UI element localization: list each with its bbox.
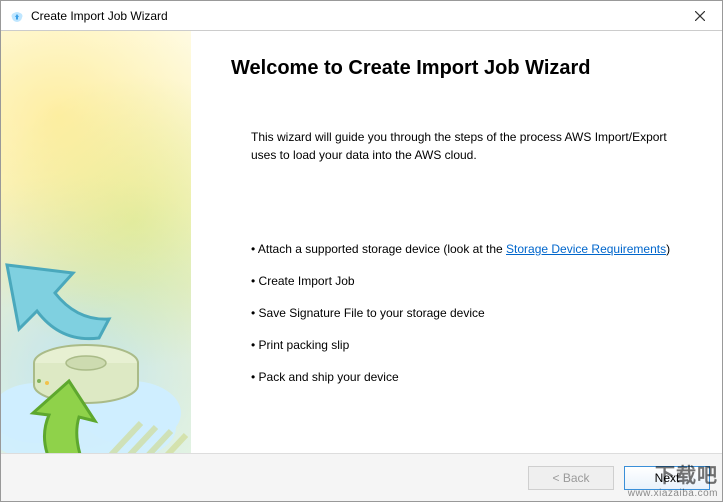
step-item: Attach a supported storage device (look …: [251, 242, 682, 256]
step-text: Create Import Job: [259, 274, 355, 288]
step-text: Print packing slip: [259, 338, 350, 352]
back-button: < Back: [528, 466, 614, 490]
next-button[interactable]: Next: [624, 466, 710, 490]
wizard-sidebar: [1, 31, 191, 453]
intro-text: This wizard will guide you through the s…: [251, 128, 671, 164]
step-text-suffix: ): [666, 242, 670, 256]
steps-list: Attach a supported storage device (look …: [251, 242, 682, 384]
titlebar: Create Import Job Wizard: [1, 1, 722, 31]
storage-requirements-link[interactable]: Storage Device Requirements: [506, 242, 666, 256]
app-icon: [9, 8, 25, 24]
sidebar-graphic: [1, 203, 191, 453]
wizard-content: Welcome to Create Import Job Wizard This…: [191, 31, 722, 453]
close-button[interactable]: [678, 1, 722, 30]
step-item: Create Import Job: [251, 274, 682, 288]
step-text: Attach a supported storage device (look …: [258, 242, 506, 256]
wizard-footer: < Back Next: [1, 453, 722, 501]
step-text: Pack and ship your device: [259, 370, 399, 384]
step-item: Pack and ship your device: [251, 370, 682, 384]
close-icon: [695, 11, 705, 21]
step-text: Save Signature File to your storage devi…: [259, 306, 485, 320]
step-item: Save Signature File to your storage devi…: [251, 306, 682, 320]
wizard-window: Create Import Job Wizard: [0, 0, 723, 502]
page-heading: Welcome to Create Import Job Wizard: [231, 57, 682, 80]
step-item: Print packing slip: [251, 338, 682, 352]
window-title: Create Import Job Wizard: [31, 9, 678, 23]
wizard-body: Welcome to Create Import Job Wizard This…: [1, 31, 722, 453]
